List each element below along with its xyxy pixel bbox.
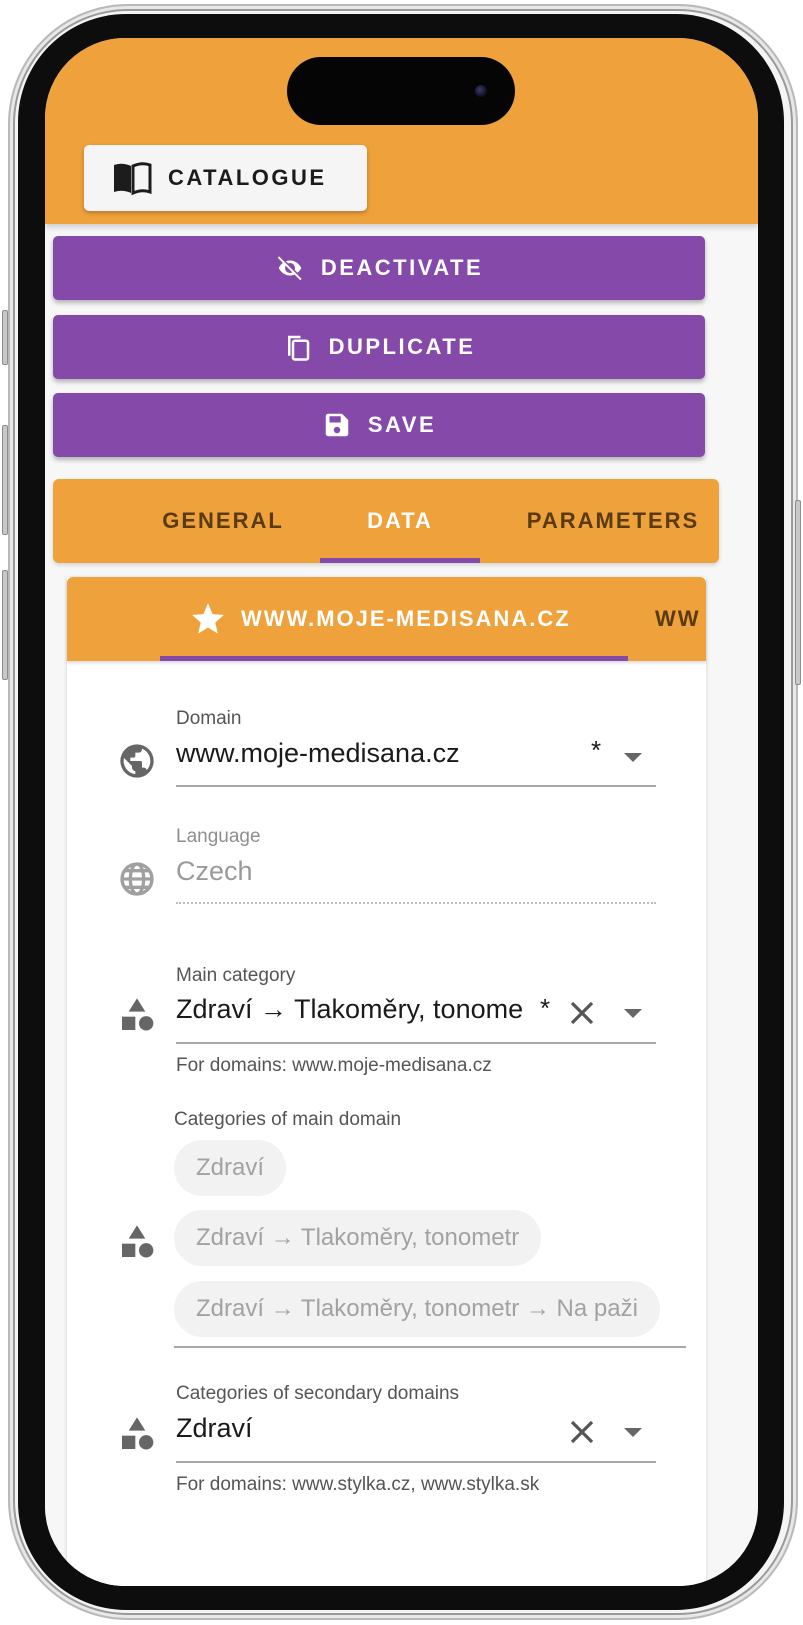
domain-data-card: WWW.MOJE-MEDISANA.CZ WW Domain www.moje-… [67, 577, 706, 1586]
domain-select[interactable]: www.moje-medisana.cz [176, 738, 556, 769]
tab-general[interactable]: GENERAL [143, 479, 303, 563]
app-screen: CATALOGUE DEACTIVATE DUPLICATE SAVE GENE… [45, 38, 758, 1586]
main-tabs: GENERAL DATA PARAMETERS [53, 479, 719, 563]
main-category-required-mark: * [540, 993, 551, 1023]
main-category-underline [176, 1042, 656, 1044]
main-category-dropdown-caret-icon[interactable] [624, 1009, 642, 1018]
duplicate-button[interactable]: DUPLICATE [53, 315, 705, 379]
domain-tab-next[interactable]: WW [655, 577, 701, 661]
domain-tabs: WWW.MOJE-MEDISANA.CZ WW [67, 577, 706, 661]
front-camera [475, 85, 487, 97]
domain-label: Domain [176, 708, 242, 729]
phone-power-button [795, 500, 801, 685]
secondary-categories-underline [176, 1461, 656, 1463]
domain-tab-label: WWW.MOJE-MEDISANA.CZ [241, 606, 571, 631]
language-label: Language [176, 826, 261, 847]
active-tab-indicator [320, 558, 480, 563]
main-category-clear-icon[interactable] [567, 998, 597, 1028]
category-chip[interactable]: Zdraví → Tlakoměry, tonometr [174, 1210, 542, 1266]
phone-volume-down-button [2, 570, 8, 680]
main-category-hint: For domains: www.moje-medisana.cz [176, 1055, 492, 1076]
category-shapes-icon [122, 998, 154, 1031]
dynamic-island [287, 57, 515, 125]
duplicate-label: DUPLICATE [328, 334, 476, 359]
domain-underline [176, 785, 656, 787]
main-category-select[interactable]: Zdraví → Tlakoměry, tonome [176, 994, 538, 1025]
globe-filled-icon [120, 744, 154, 778]
domain-tab-moje-medisana[interactable]: WWW.MOJE-MEDISANA.CZ [189, 577, 571, 661]
globe-outline-icon [120, 862, 154, 896]
category-shapes-icon [122, 1417, 154, 1450]
book-open-icon [114, 162, 152, 195]
content-area: DEACTIVATE DUPLICATE SAVE GENERAL DATA P… [45, 224, 758, 1586]
main-domain-categories-label: Categories of main domain [174, 1109, 402, 1130]
language-field: Czech [176, 856, 253, 886]
secondary-categories-clear-icon[interactable] [567, 1417, 597, 1447]
deactivate-label: DEACTIVATE [320, 255, 484, 280]
secondary-categories-hint: For domains: www.stylka.cz, www.stylka.s… [176, 1474, 540, 1495]
deactivate-button[interactable]: DEACTIVATE [53, 236, 705, 300]
star-icon [192, 603, 224, 634]
secondary-domain-categories-label: Categories of secondary domains [176, 1383, 460, 1404]
floppy-disk-icon [325, 413, 349, 437]
eye-off-icon [277, 255, 303, 281]
tab-parameters[interactable]: PARAMETERS [508, 479, 718, 563]
catalogue-button[interactable]: CATALOGUE [84, 145, 367, 211]
save-button[interactable]: SAVE [53, 393, 705, 457]
category-shapes-icon [122, 1225, 154, 1258]
phone-mute-switch [2, 310, 8, 365]
domain-dropdown-caret-icon[interactable] [624, 753, 642, 762]
save-label: SAVE [367, 412, 437, 437]
secondary-categories-select[interactable]: Zdraví [176, 1413, 253, 1444]
language-underline [176, 902, 656, 904]
category-chip[interactable]: Zdraví [174, 1140, 287, 1196]
domain-required-mark: * [591, 735, 602, 765]
catalogue-label: CATALOGUE [168, 165, 327, 190]
secondary-categories-dropdown-caret-icon[interactable] [624, 1428, 642, 1437]
copy-icon [287, 335, 309, 361]
category-chip[interactable]: Zdraví → Tlakoměry, tonometr → Na paži [174, 1281, 660, 1337]
tab-data[interactable]: DATA [320, 479, 480, 563]
active-domain-tab-indicator [160, 656, 628, 661]
main-domain-categories-underline [174, 1346, 686, 1348]
phone-volume-up-button [2, 425, 8, 535]
main-category-label: Main category [176, 965, 296, 986]
